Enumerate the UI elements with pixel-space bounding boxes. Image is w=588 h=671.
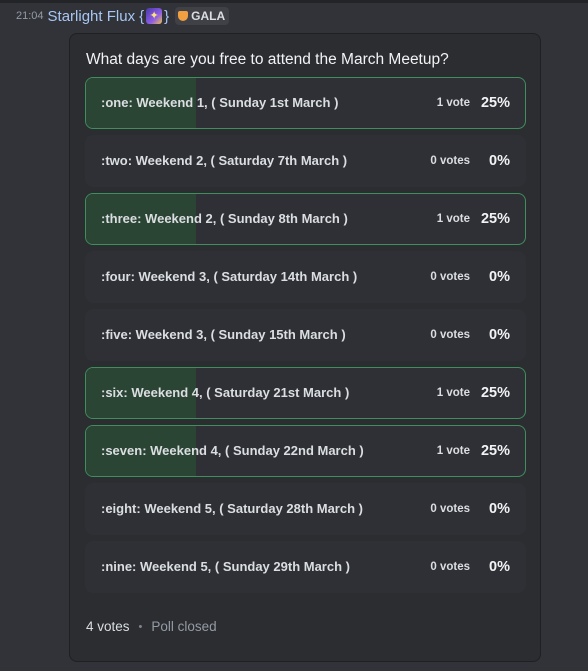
footer-separator: • (138, 620, 143, 633)
sparkle-wand-icon: ✦ (146, 8, 163, 24)
answer-vote-count[interactable]: 0 votes (430, 136, 470, 186)
answer-vote-count[interactable]: 1 vote (437, 426, 470, 476)
poll-total-votes[interactable]: 4 votes (86, 619, 130, 634)
guild-tag-label: GALA (191, 9, 226, 23)
answer-label: :four: Weekend 3, ( Saturday 14th March … (101, 269, 358, 284)
poll-answers: :one: Weekend 1, ( Sunday 1st March ) 1 … (85, 77, 526, 599)
answer-percent: 0% (489, 501, 510, 517)
message-header: 21:04 Starlight Flux { ✦ } GALA (16, 6, 230, 26)
username[interactable]: Starlight Flux (48, 8, 136, 25)
poll-answer[interactable]: :six: Weekend 4, ( Saturday 21st March )… (85, 367, 526, 419)
answer-percent: 25% (480, 95, 510, 111)
tag-brace-close: } (164, 7, 170, 25)
answer-vote-count[interactable]: 1 vote (437, 194, 470, 244)
answer-label: :eight: Weekend 5, ( Saturday 28th March… (101, 501, 363, 516)
answer-label: :five: Weekend 3, ( Sunday 15th March ) (101, 327, 346, 342)
answer-label: :nine: Weekend 5, ( Sunday 29th March ) (101, 559, 350, 574)
answer-vote-count[interactable]: 0 votes (430, 252, 470, 302)
answer-vote-count[interactable]: 1 vote (437, 368, 470, 418)
answer-percent: 25% (480, 211, 510, 227)
poll-footer: 4 votes • Poll closed (86, 619, 217, 634)
tag-brace-open: { (139, 7, 145, 25)
guild-tag-badge[interactable]: GALA (175, 7, 230, 25)
answer-vote-count[interactable]: 0 votes (430, 484, 470, 534)
poll-answer[interactable]: :eight: Weekend 5, ( Saturday 28th March… (85, 483, 526, 535)
answer-percent: 0% (489, 327, 510, 343)
answer-vote-count[interactable]: 0 votes (430, 310, 470, 360)
answer-percent: 0% (489, 269, 510, 285)
poll-answer[interactable]: :seven: Weekend 4, ( Sunday 22nd March )… (85, 425, 526, 477)
answer-vote-count[interactable]: 0 votes (430, 542, 470, 592)
poll-answer[interactable]: :one: Weekend 1, ( Sunday 1st March ) 1 … (85, 77, 526, 129)
poll-card: What days are you free to attend the Mar… (69, 33, 541, 662)
message-timestamp[interactable]: 21:04 (16, 10, 44, 22)
answer-percent: 25% (480, 443, 510, 459)
poll-status: Poll closed (151, 619, 217, 634)
answer-label: :three: Weekend 2, ( Sunday 8th March ) (101, 211, 348, 226)
top-divider (0, 0, 588, 3)
answer-label: :two: Weekend 2, ( Saturday 7th March ) (101, 153, 348, 168)
poll-answer[interactable]: :three: Weekend 2, ( Sunday 8th March ) … (85, 193, 526, 245)
answer-percent: 25% (480, 385, 510, 401)
poll-answer[interactable]: :nine: Weekend 5, ( Sunday 29th March ) … (85, 541, 526, 593)
answer-percent: 0% (489, 153, 510, 169)
answer-label: :six: Weekend 4, ( Saturday 21st March ) (101, 385, 350, 400)
poll-answer[interactable]: :five: Weekend 3, ( Sunday 15th March ) … (85, 309, 526, 361)
answer-label: :seven: Weekend 4, ( Sunday 22nd March ) (101, 443, 364, 458)
answer-label: :one: Weekend 1, ( Sunday 1st March ) (101, 95, 339, 110)
poll-answer[interactable]: :two: Weekend 2, ( Saturday 7th March ) … (85, 135, 526, 187)
answer-vote-count[interactable]: 1 vote (437, 78, 470, 128)
poll-answer[interactable]: :four: Weekend 3, ( Saturday 14th March … (85, 251, 526, 303)
answer-percent: 0% (489, 559, 510, 575)
shield-badge-icon (178, 11, 189, 21)
poll-question: What days are you free to attend the Mar… (86, 51, 449, 68)
